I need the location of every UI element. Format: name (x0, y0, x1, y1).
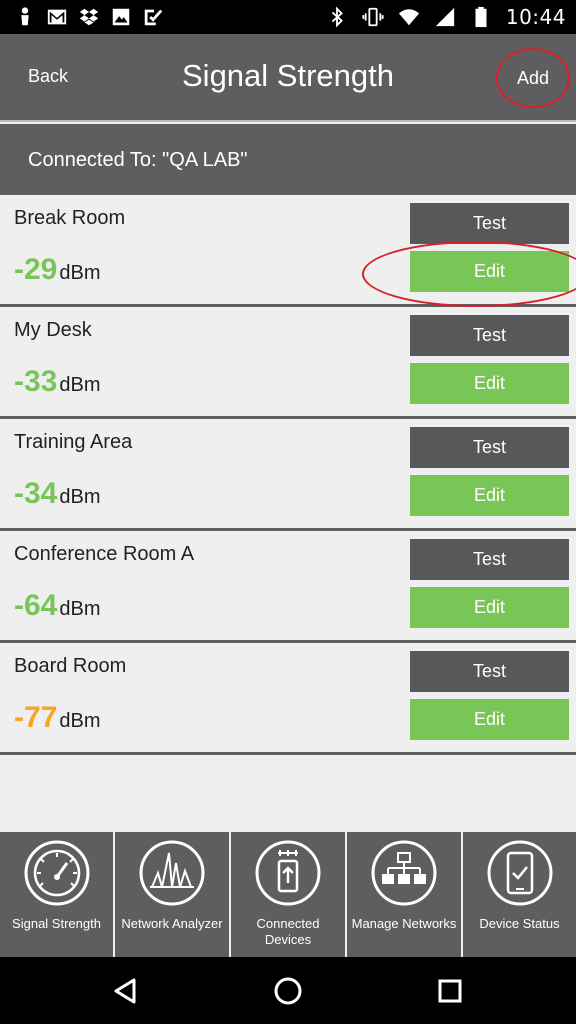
connected-devices-icon (255, 840, 321, 906)
square-recents-icon (438, 979, 462, 1003)
checkmark-app-icon (144, 9, 163, 26)
network-tree-icon (371, 840, 437, 906)
device-check-icon (487, 840, 552, 906)
connection-banner: Connected To: "QA LAB" (0, 124, 576, 195)
nav-label: Device Status (479, 916, 560, 931)
location-name: Conference Room A (14, 543, 195, 565)
test-button[interactable]: Test (410, 427, 569, 468)
signal-value: -34 (14, 477, 58, 510)
nav-label: Signal Strength (12, 916, 101, 931)
add-button[interactable]: Add (496, 48, 570, 108)
test-button[interactable]: Test (410, 651, 569, 692)
system-back-button[interactable] (110, 975, 142, 1007)
edit-button[interactable]: Edit (410, 363, 569, 404)
edit-button[interactable]: Edit (410, 699, 569, 740)
signal-unit: dBm (59, 598, 101, 620)
signal-value: -64 (14, 589, 58, 622)
cell-signal-icon (435, 7, 455, 27)
signal-reading: -33 dBm (14, 365, 100, 399)
circle-home-icon (274, 977, 302, 1005)
location-name: Board Room (14, 655, 127, 677)
nav-label: Connected Devices (256, 916, 320, 947)
nav-label: Network Analyzer (121, 916, 223, 931)
signal-value: -77 (14, 701, 58, 734)
list-item: Training Area -34 dBm Test Edit (0, 419, 576, 531)
signal-unit: dBm (59, 486, 101, 508)
add-button-label: Add (516, 67, 550, 88)
edit-button[interactable]: Edit (410, 587, 569, 628)
dropbox-icon (79, 8, 99, 26)
nav-signal-strength[interactable]: Signal Strength (0, 832, 115, 957)
battery-icon (475, 6, 487, 28)
system-nav-bar (0, 957, 576, 1024)
nav-device-status[interactable]: Device Status (463, 832, 576, 957)
signal-unit: dBm (59, 374, 101, 396)
signal-reading: -29 dBm (14, 253, 100, 287)
gauge-icon (24, 840, 89, 906)
test-button[interactable]: Test (410, 203, 569, 244)
status-left-icons (14, 6, 164, 28)
status-right-icons: 10:44 (326, 4, 566, 30)
signal-reading: -64 dBm (14, 589, 100, 623)
edit-button[interactable]: Edit (410, 251, 569, 292)
location-name: Break Room (14, 207, 126, 229)
connected-network-text: Connected To: "QA LAB" (28, 149, 248, 171)
gmail-icon (47, 9, 67, 25)
signal-reading: -77 dBm (14, 701, 100, 735)
bluetooth-icon (331, 6, 343, 28)
wifi-icon (398, 9, 419, 26)
system-recents-button[interactable] (434, 975, 466, 1007)
page-title: Signal Strength (182, 58, 394, 93)
nav-manage-networks[interactable]: Manage Networks (347, 832, 463, 957)
notification-icon (21, 7, 29, 26)
vibrate-icon (362, 7, 384, 27)
edit-button[interactable]: Edit (410, 475, 569, 516)
nav-label: Manage Networks (351, 916, 457, 931)
test-button[interactable]: Test (410, 315, 569, 356)
location-list: Break Room -29 dBm Test Edit My Desk -33… (0, 195, 576, 755)
status-time: 10:44 (505, 5, 566, 29)
list-item: Conference Room A -64 dBm Test Edit (0, 531, 576, 643)
image-icon (112, 8, 130, 26)
location-name: My Desk (14, 319, 92, 341)
nav-network-analyzer[interactable]: Network Analyzer (115, 832, 231, 957)
signal-value: -29 (14, 253, 58, 286)
spectrum-icon (139, 840, 205, 906)
list-item: Board Room -77 dBm Test Edit (0, 643, 576, 755)
location-name: Training Area (14, 431, 133, 453)
list-item: My Desk -33 dBm Test Edit (0, 307, 576, 419)
status-bar: 10:44 (0, 0, 576, 34)
list-item: Break Room -29 dBm Test Edit (0, 195, 576, 307)
bottom-nav: Signal Strength Network Analyzer Connect… (0, 832, 576, 957)
app-header: Back Signal Strength Add (0, 34, 576, 122)
signal-unit: dBm (59, 262, 101, 284)
nav-connected-devices[interactable]: Connected Devices (231, 832, 347, 957)
signal-value: -33 (14, 365, 58, 398)
signal-reading: -34 dBm (14, 477, 100, 511)
signal-unit: dBm (59, 710, 101, 732)
test-button[interactable]: Test (410, 539, 569, 580)
system-home-button[interactable] (272, 975, 304, 1007)
triangle-back-icon (114, 978, 136, 1004)
